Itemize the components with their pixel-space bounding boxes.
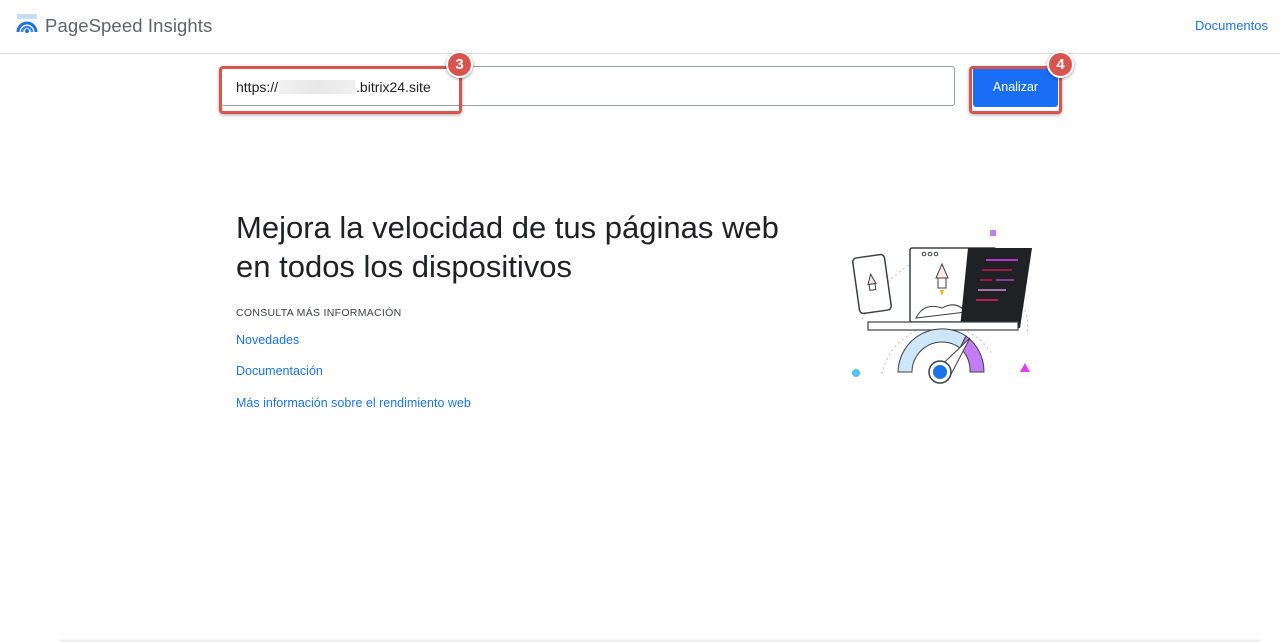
annotation-badge-4: 4 [1047, 51, 1074, 78]
app-title: PageSpeed Insights [45, 14, 213, 36]
url-prefix: https:// [236, 79, 279, 95]
analyze-button[interactable]: Analizar [973, 67, 1058, 107]
link-novedades[interactable]: Novedades [236, 333, 299, 347]
headline-line-2: en todos los dispositivos [236, 249, 573, 284]
url-suffix: .bitrix24.site [356, 79, 431, 95]
redacted-blur [279, 80, 356, 94]
top-bar: PageSpeed Insights Documentos [0, 0, 1280, 54]
headline-line-1: Mejora la velocidad de tus páginas web [236, 210, 779, 245]
page-headline: Mejora la velocidad de tus páginas web en… [236, 208, 816, 286]
brand[interactable]: PageSpeed Insights [16, 12, 212, 39]
pagespeed-logo-icon [16, 12, 38, 39]
section-label: CONSULTA MÁS INFORMACIÓN [236, 307, 402, 319]
devices-speed-illustration [842, 224, 1042, 394]
bottom-shadow [60, 638, 1260, 642]
docs-link[interactable]: Documentos [1195, 18, 1268, 33]
link-documentacion[interactable]: Documentación [236, 364, 323, 378]
url-value: https:// .bitrix24.site [236, 79, 431, 95]
link-rendimiento-web[interactable]: Más información sobre el rendimiento web [236, 396, 471, 410]
url-input[interactable]: https:// .bitrix24.site [221, 66, 955, 106]
annotation-badge-3: 3 [446, 51, 473, 78]
